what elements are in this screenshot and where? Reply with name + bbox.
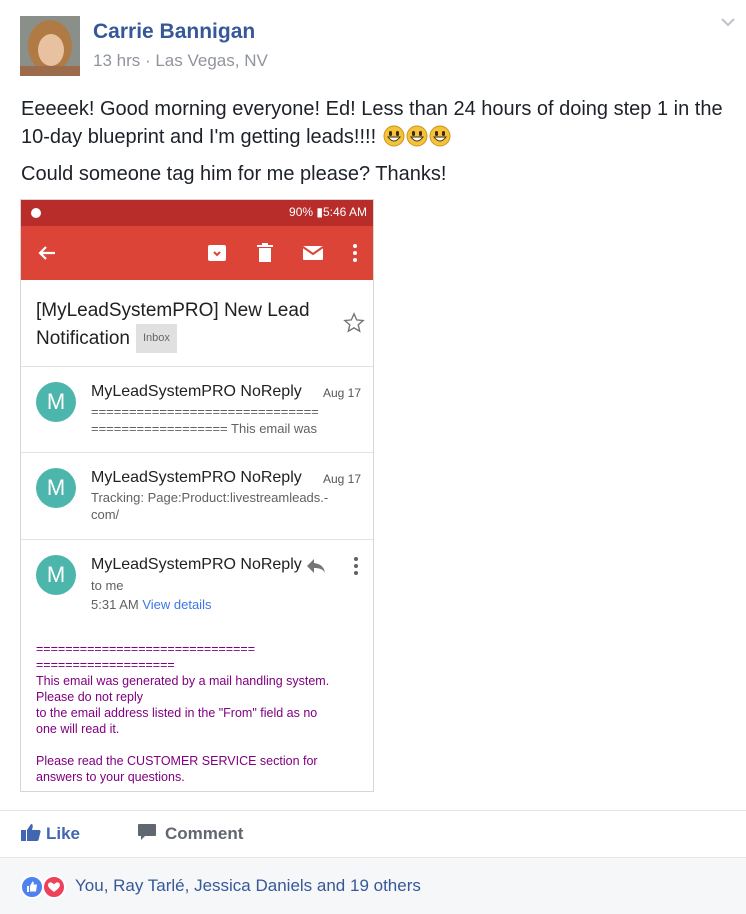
message-snippet: Tracking: Page:Product:livestreamleads.-… <box>91 490 329 522</box>
facebook-post: Carrie Bannigan 13 hrs · Las Vegas, NV E… <box>0 0 746 914</box>
message-time: 5:31 AM View details <box>91 597 212 612</box>
status-bar: 90% ▮5:46 AM <box>21 200 373 226</box>
reply-icon[interactable] <box>305 556 327 576</box>
inbox-label[interactable]: Inbox <box>136 324 177 353</box>
grinning-emoji-icon <box>383 125 405 147</box>
star-icon[interactable] <box>343 312 365 334</box>
love-reaction-icon <box>42 875 66 899</box>
notification-icon <box>31 208 41 218</box>
message-date: Aug 17 <box>323 472 362 486</box>
message-snippet: ============================== =========… <box>91 404 319 436</box>
attached-screenshot[interactable]: 90% ▮5:46 AM [MyLeadSystemPRO] New Lead … <box>20 199 374 792</box>
reactions-text[interactable]: You, Ray Tarlé, Jessica Daniels and 19 o… <box>75 876 421 896</box>
sender-avatar: M <box>36 555 76 595</box>
email-subject: [MyLeadSystemPRO] New Lead Notification I… <box>36 297 326 353</box>
like-button[interactable]: Like <box>21 823 80 844</box>
archive-icon[interactable] <box>205 241 229 265</box>
comment-icon <box>138 824 156 840</box>
reaction-icons[interactable] <box>20 875 68 899</box>
message-date: Aug 17 <box>323 386 362 400</box>
post-text-line2: Could someone tag him for me please? Tha… <box>21 163 447 185</box>
sender-avatar: M <box>36 468 76 508</box>
post-text: Eeeeek! Good morning everyone! Ed! Less … <box>21 98 723 148</box>
chevron-down-icon[interactable] <box>718 12 738 32</box>
sender-avatar: M <box>36 382 76 422</box>
mail-icon[interactable] <box>301 241 325 265</box>
like-icon <box>21 824 41 841</box>
more-vert-icon[interactable] <box>347 556 365 576</box>
status-bar-text: 90% ▮5:46 AM <box>289 205 367 219</box>
trash-icon[interactable] <box>253 241 277 265</box>
like-reaction-icon <box>20 875 44 899</box>
grinning-emoji-icon <box>406 125 428 147</box>
post-actions: Like Comment <box>0 810 746 857</box>
back-arrow-icon[interactable] <box>35 241 59 265</box>
avatar[interactable] <box>20 16 80 76</box>
reactions-bar: You, Ray Tarlé, Jessica Daniels and 19 o… <box>0 857 746 914</box>
email-body: ============================== =========… <box>36 642 330 791</box>
recipient: to me <box>91 578 124 593</box>
divider <box>21 366 373 367</box>
sender-name: MyLeadSystemPRO NoReply <box>91 469 302 486</box>
divider <box>21 452 373 453</box>
divider <box>21 539 373 540</box>
gmail-toolbar <box>21 226 373 280</box>
sender-name: MyLeadSystemPRO NoReply <box>91 556 302 573</box>
more-vert-icon[interactable] <box>343 241 367 265</box>
comment-button[interactable]: Comment <box>137 823 243 844</box>
grinning-emoji-icon <box>429 125 451 147</box>
author-name[interactable]: Carrie Bannigan <box>93 20 255 44</box>
view-details-link[interactable]: View details <box>142 597 211 612</box>
post-meta[interactable]: 13 hrs · Las Vegas, NV <box>93 51 268 71</box>
sender-name: MyLeadSystemPRO NoReply <box>91 383 302 400</box>
